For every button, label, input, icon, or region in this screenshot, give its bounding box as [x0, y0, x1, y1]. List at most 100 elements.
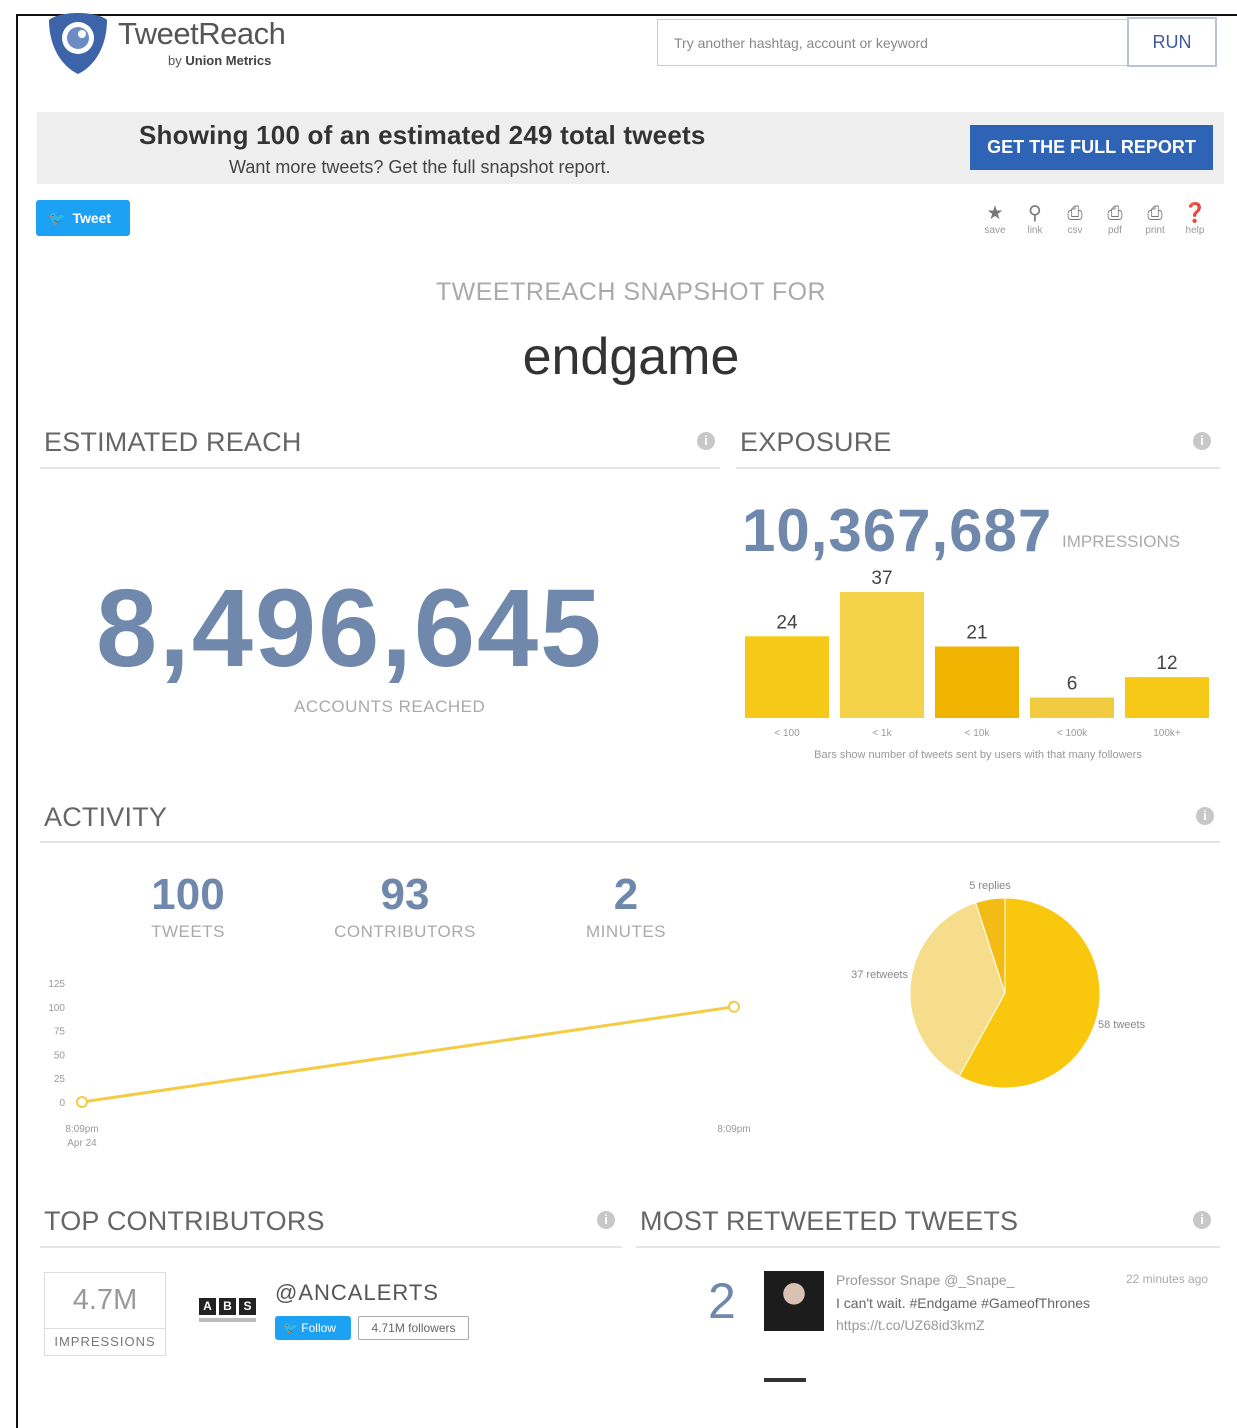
search-input[interactable]: Try another hashtag, account or keyword: [657, 19, 1127, 66]
get-full-report-button[interactable]: GET THE FULL REPORT: [970, 125, 1213, 170]
tweet-author[interactable]: Professor Snape @_Snape_: [836, 1272, 1014, 1288]
pie-slice-label: 58 tweets: [1098, 1019, 1146, 1031]
stat-label: TWEETS: [151, 922, 225, 941]
bar-value-label: 37: [871, 568, 892, 589]
stat-value: 2: [613, 870, 639, 919]
stat-value: 100: [151, 870, 225, 919]
exposure-info-icon[interactable]: i: [1193, 432, 1211, 450]
impressions-value: 10,367,687: [742, 497, 1053, 564]
estimated-reach-title: ESTIMATED REACH: [44, 427, 302, 457]
divider: [40, 841, 1220, 843]
star-icon: ★: [986, 203, 1004, 224]
pdf-label: pdf: [1108, 225, 1122, 236]
bar-category-label: 100k+: [1153, 728, 1181, 739]
y-tick-label: 125: [48, 979, 65, 990]
help-button[interactable]: ❓ help: [1175, 203, 1215, 236]
stat-label: MINUTES: [586, 922, 666, 941]
print-label: print: [1145, 225, 1165, 236]
search-term: endgame: [522, 328, 740, 386]
contributor-impressions-box: 4.7M IMPRESSIONS: [44, 1272, 166, 1356]
exposure-bar: [1030, 697, 1114, 718]
link-icon: ⚲: [1028, 203, 1042, 224]
stat-tweets: 100 TWEETS: [108, 870, 268, 942]
followers-count: 4.71M followers: [358, 1316, 469, 1340]
report-toolbar: ★ save ⚲ link ⎙ csv ⎙ pdf ⎙ print ❓ help: [975, 203, 1215, 236]
upgrade-banner: Showing 100 of an estimated 249 total tw…: [37, 112, 1224, 184]
csv-button[interactable]: ⎙ csv: [1055, 203, 1095, 236]
y-tick-label: 100: [48, 1003, 65, 1014]
run-button[interactable]: RUN: [1127, 17, 1217, 67]
data-point: [76, 1096, 88, 1108]
banner-subtitle: Want more tweets? Get the full snapshot …: [229, 157, 611, 177]
divider: [636, 1246, 1220, 1248]
tweet-timestamp[interactable]: 22 minutes ago: [1126, 1272, 1208, 1286]
reach-info-icon[interactable]: i: [697, 432, 715, 450]
bar-category-label: < 100: [774, 728, 800, 739]
tweet-link[interactable]: https://t.co/UZ68id3kmZ: [836, 1317, 985, 1333]
follow-button[interactable]: 🐦 Follow: [275, 1316, 351, 1340]
save-label: save: [984, 225, 1006, 236]
contributors-info-icon[interactable]: i: [597, 1211, 615, 1229]
bar-value-label: 21: [966, 622, 987, 643]
reach-label: ACCOUNTS REACHED: [294, 697, 486, 716]
exposure-note: Bars show number of tweets sent by users…: [814, 749, 1142, 761]
brand-company: Union Metrics: [185, 53, 272, 68]
csv-download-icon: ⎙: [1067, 203, 1083, 224]
retweet-count: 2: [708, 1273, 736, 1329]
link-button[interactable]: ⚲ link: [1015, 203, 1055, 236]
snapshot-heading: TWEETREACH SNAPSHOT FOR: [435, 278, 827, 306]
tweet-text: I can't wait. #Endgame #GameofThrones: [836, 1295, 1091, 1311]
brand-name[interactable]: TweetReach: [118, 16, 286, 52]
exposure-bar: [1125, 677, 1209, 718]
y-tick-label: 50: [54, 1050, 66, 1061]
y-tick-label: 0: [59, 1098, 65, 1109]
tweet-type-pie-chart: 58 tweets 37 retweets 5 replies: [851, 880, 1146, 1089]
x-tick-label: 8:09pm: [65, 1124, 98, 1135]
reach-value: 8,496,645: [96, 567, 604, 690]
pdf-button[interactable]: ⎙ pdf: [1095, 203, 1135, 236]
tweet-button-label: Tweet: [72, 210, 112, 226]
impressions-label: IMPRESSIONS: [1062, 532, 1181, 551]
contributor-handle[interactable]: @ANCALERTS: [275, 1280, 439, 1306]
stat-label: CONTRIBUTORS: [334, 922, 476, 941]
contributor-logo-underline: [199, 1318, 256, 1322]
help-label: help: [1185, 225, 1205, 236]
most-retweeted-title: MOST RETWEETED TWEETS: [640, 1206, 1019, 1236]
avatar[interactable]: [764, 1271, 824, 1331]
next-tweet-indicator: [764, 1378, 806, 1382]
divider: [40, 467, 720, 469]
bar-category-label: < 1k: [872, 728, 892, 739]
bar-value-label: 24: [776, 612, 798, 633]
stat-value: 93: [380, 870, 430, 919]
help-icon: ❓: [1183, 203, 1207, 224]
save-button[interactable]: ★ save: [975, 203, 1015, 236]
divider: [736, 467, 1220, 469]
twitter-bird-icon: 🐦: [48, 210, 66, 226]
exposure-bar: [840, 592, 924, 718]
exposure-bar-chart: 24 < 100 37 < 1k 21 < 10k 6 < 100k 12 100k+ Bars s…: [745, 568, 1209, 761]
stat-contributors: 93 CONTRIBUTORS: [315, 870, 495, 942]
activity-series-line: [81, 1005, 735, 1104]
activity-info-icon[interactable]: i: [1196, 807, 1214, 825]
tweet-button[interactable]: 🐦 Tweet: [36, 200, 130, 236]
y-tick-label: 75: [54, 1027, 66, 1038]
tweetreach-logo-icon[interactable]: [47, 10, 109, 76]
contributor-impressions: 4.7M: [72, 1284, 138, 1316]
activity-title: ACTIVITY: [44, 802, 168, 832]
bar-value-label: 6: [1067, 674, 1078, 695]
x-tick-label: Apr 24: [67, 1138, 97, 1149]
y-tick-label: 25: [54, 1074, 66, 1085]
bar-category-label: < 100k: [1057, 728, 1088, 739]
activity-line-chart: 0 25 50 75 100 125 8:09pm Apr 24 8:09pm: [48, 979, 750, 1149]
banner-title: Showing 100 of an estimated 249 total tw…: [139, 120, 706, 150]
print-button[interactable]: ⎙ print: [1135, 203, 1175, 236]
bar-value-label: 12: [1156, 653, 1177, 674]
x-tick-label: 8:09pm: [717, 1124, 750, 1135]
link-label: link: [1027, 225, 1043, 236]
pie-slice-label: 5 replies: [969, 880, 1011, 892]
twitter-bird-icon: 🐦: [283, 1321, 302, 1335]
brand-byline: by Union Metrics: [168, 53, 271, 68]
csv-label: csv: [1067, 225, 1083, 236]
retweeted-info-icon[interactable]: i: [1193, 1211, 1211, 1229]
pdf-download-icon: ⎙: [1107, 203, 1123, 224]
